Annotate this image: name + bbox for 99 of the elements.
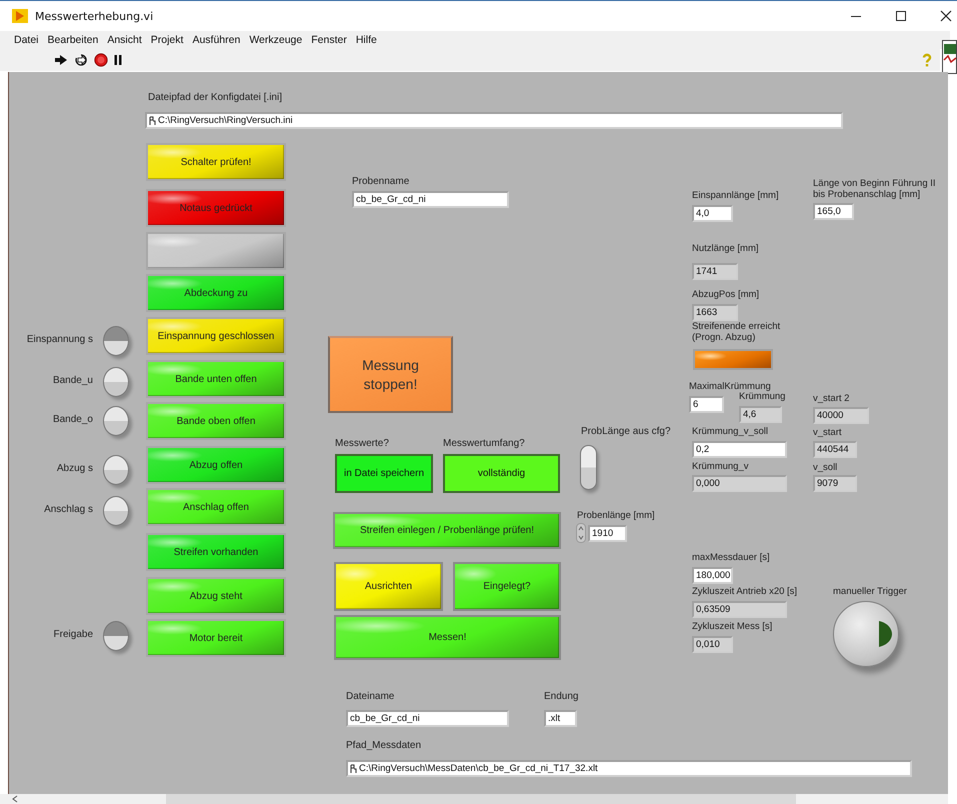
toggle-switch[interactable] [580, 445, 597, 490]
path-icon [149, 116, 156, 126]
control-label: Probenname [352, 176, 410, 188]
numeric-indicator: 4,6 [739, 406, 782, 423]
switch-label: Anschlag s [43, 503, 93, 517]
toggle-switch[interactable] [103, 326, 129, 356]
control-label: Endung [544, 691, 578, 703]
stop-button[interactable]: Messung stoppen! [328, 336, 453, 413]
action-button[interactable]: Streifen einlegen / Probenlänge prüfen! [333, 512, 561, 549]
numeric-indicator: 9079 [813, 475, 857, 492]
action-button[interactable]: Messen! [334, 615, 561, 660]
maximize-icon[interactable] [895, 10, 907, 22]
menu-item[interactable]: Bearbeiten [44, 34, 104, 46]
status-lamp: Einspannung geschlossen [146, 317, 286, 355]
path-field[interactable]: C:\RingVersuch\MessDaten\cb_be_Gr_cd_ni_T17_32.xlt [346, 760, 912, 777]
run-continuously-icon[interactable] [74, 53, 88, 67]
input-field[interactable]: 1910 [588, 525, 627, 542]
control-label: Nutzlänge [mm] [692, 243, 760, 254]
app-icon [12, 9, 28, 23]
control-label: Krümmung_v [692, 461, 750, 472]
control-label: Probenlänge [mm] [577, 510, 655, 521]
input-field[interactable]: cb_be_Gr_cd_ni [352, 191, 509, 208]
menu-item[interactable]: Werkzeuge [245, 34, 308, 46]
run-arrow-icon[interactable] [54, 54, 68, 66]
control-label: Messwerte? [335, 438, 389, 450]
status-lamp: Motor bereit [146, 619, 286, 657]
numeric-indicator: 0,000 [692, 475, 787, 492]
numeric-indicator: 1663 [692, 304, 738, 321]
input-field[interactable]: 180,000 [692, 567, 733, 584]
status-lamp: Abdeckung zu [146, 274, 286, 312]
control-label: manueller Trigger [833, 586, 907, 597]
control-label: maxMessdauer [s] [692, 552, 771, 563]
control-label: v_soll [813, 462, 838, 473]
input-field[interactable]: cb_be_Gr_cd_ni [346, 710, 509, 727]
control-label: Krümmung_v_soll [692, 426, 770, 437]
scrollbar-thumb[interactable] [166, 794, 796, 804]
status-lamp: Abzug steht [146, 577, 286, 615]
menu-item[interactable]: Ansicht [103, 34, 147, 46]
numeric-indicator: 440544 [813, 441, 857, 458]
window-title: Messwerterhebung.vi [35, 10, 154, 22]
control-label: MaximalKrümmung [689, 381, 772, 392]
numeric-indicator: 40000 [813, 407, 869, 424]
toggle-button[interactable]: vollständig [443, 454, 560, 493]
control-label: Zykluszeit Antrieb x20 [s] [692, 586, 798, 597]
menu-item[interactable]: Projekt [146, 34, 188, 46]
path-icon [350, 764, 357, 774]
toggle-switch[interactable] [103, 367, 129, 397]
control-label: Dateiname [346, 691, 394, 703]
menu-item[interactable]: Fenster [307, 34, 352, 46]
control-label: Messwertumfang? [443, 438, 525, 450]
switch-label: Abzug s [56, 462, 93, 476]
control-label: Krümmung [739, 391, 786, 402]
toggle-button[interactable]: in Datei speichern [335, 454, 433, 493]
control-label: AbzugPos [mm] [692, 289, 760, 300]
input-field[interactable]: 6 [689, 396, 724, 413]
action-button[interactable]: Ausrichten [334, 562, 443, 611]
control-label: Länge von Beginn Führung II bis Probenanschlag [mm] [813, 178, 937, 200]
control-label: Zykluszeit Mess [s] [692, 621, 774, 632]
control-label: Dateipfad der Konfigdatei [.ini] [148, 92, 282, 104]
control-label: Streifenende erreicht (Progn. Abzug) [692, 321, 782, 343]
control-label: Einspannlänge [mm] [692, 190, 780, 201]
toggle-switch[interactable] [103, 406, 129, 436]
close-icon[interactable] [940, 10, 952, 22]
control-label: v_start 2 [813, 393, 850, 404]
numeric-indicator: 0,010 [692, 636, 733, 653]
menu-item[interactable]: Datei [10, 34, 44, 46]
pause-icon[interactable] [114, 54, 122, 66]
switch-label: Bande_o [52, 413, 93, 427]
abort-icon[interactable] [94, 53, 108, 67]
scroll-left-icon[interactable] [12, 795, 18, 803]
status-lamp: Abzug offen [146, 446, 286, 484]
spinner-icon[interactable] [576, 523, 586, 543]
input-field[interactable]: .xlt [544, 710, 577, 727]
menu-item[interactable]: Ausführen [188, 34, 246, 46]
numeric-indicator: 0,63509 [692, 601, 787, 618]
toggle-switch[interactable] [103, 496, 129, 526]
input-field[interactable]: 4,0 [692, 205, 733, 222]
status-lamp: Bande unten offen [146, 360, 286, 398]
status-lamp: Schalter prüfen! [146, 143, 286, 181]
status-lamp: Streifen vorhanden [146, 533, 286, 571]
input-field[interactable]: 165,0 [813, 203, 854, 220]
toggle-switch[interactable] [103, 455, 129, 485]
control-label: ProbLänge aus cfg? [581, 426, 671, 438]
control-label: Pfad_Messdaten [346, 740, 422, 752]
status-lamp: Notaus gedrückt [146, 189, 286, 227]
switch-label: Einspannung s [26, 333, 93, 347]
numeric-indicator: 1741 [692, 263, 738, 280]
action-button[interactable]: Eingelegt? [453, 562, 561, 611]
vi-icon [942, 40, 957, 74]
menu-item[interactable]: Hilfe [352, 34, 382, 46]
input-field[interactable]: 0,2 [692, 441, 787, 458]
trigger-button[interactable] [833, 601, 899, 667]
path-field[interactable]: C:\RingVersuch\RingVersuch.ini [145, 112, 843, 129]
switch-label: Bande_u [52, 374, 93, 388]
control-label: v_start [813, 427, 843, 438]
status-lamp: Bande oben offen [146, 402, 286, 440]
switch-label: Freigabe [52, 628, 93, 642]
toggle-switch[interactable] [103, 621, 129, 651]
status-lamp: Anschlag offen [146, 488, 286, 526]
